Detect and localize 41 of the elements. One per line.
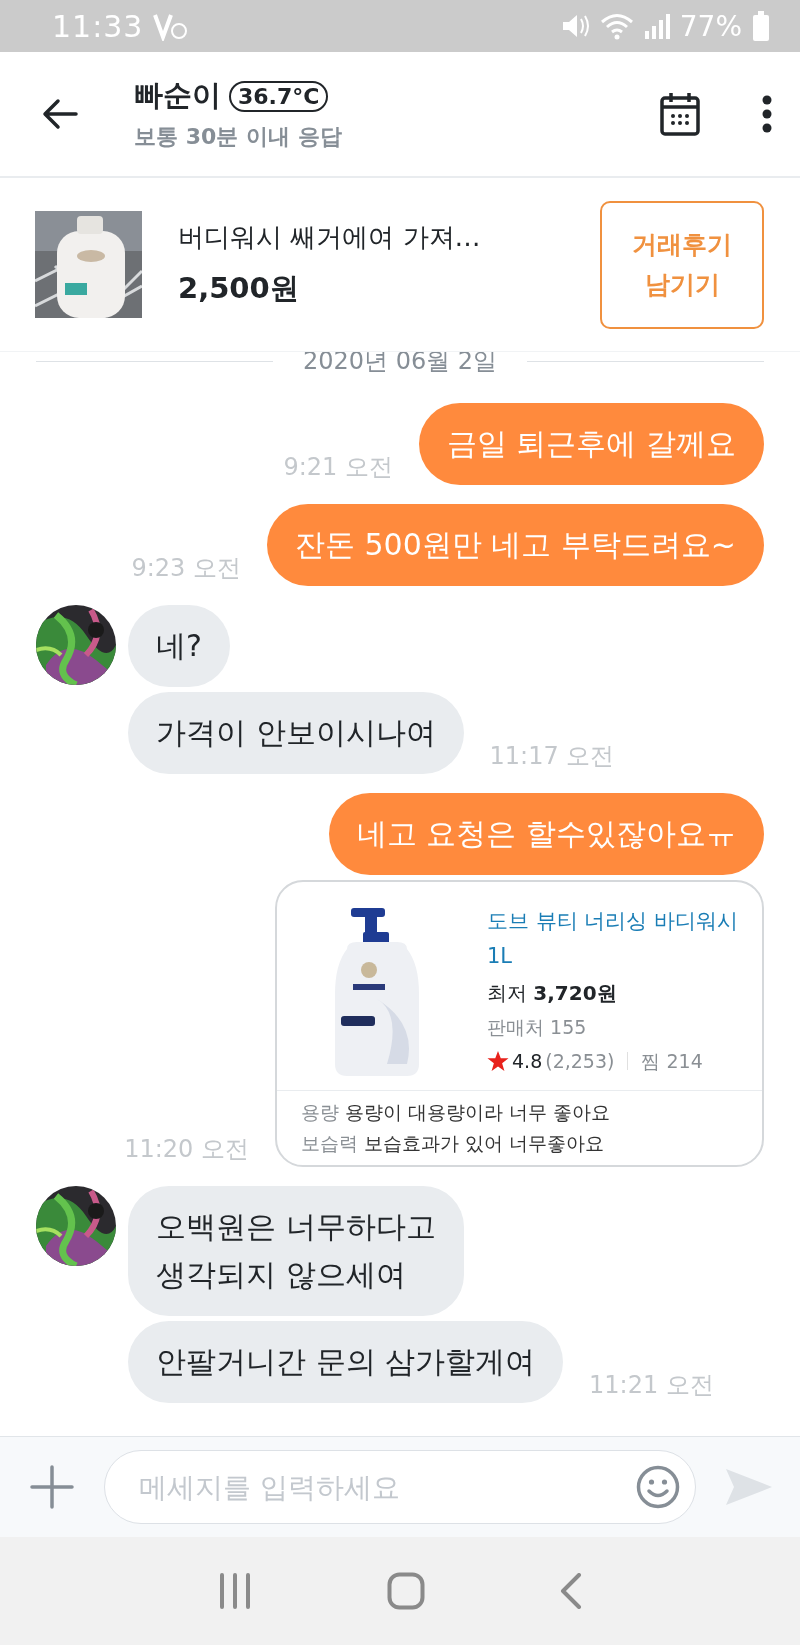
more-options-icon[interactable] [762,95,772,133]
recent-apps-icon[interactable] [217,1573,252,1609]
sent-message: 잔돈 500원만 네고 부탁드려요~ [267,504,764,586]
sent-message: 금일 퇴근후에 갈께요 [418,403,764,485]
received-message: 가격이 안보이시나여 [128,692,464,774]
response-time: 보통 30분 이내 응답 [134,123,342,151]
signal-icon [643,13,670,39]
sent-message: 네고 요청은 할수있잖아요ㅠ [328,793,764,875]
message-time: 9:23 오전 [131,553,241,584]
review-count: (2,253) [545,1049,615,1074]
lowest-price: 최저 3,720원 [487,980,618,1007]
product-link-card[interactable]: 도브 뷰티 너리싱 바디워시 1L 최저 3,720원 판매처 155 4.8(2,253) 찜 214 용량 용량이 대용량이라 너무 좋아요 보습력 보습효과가 있어 너무좋아요 [275,880,764,1167]
volte-icon [153,11,188,41]
product-link-title[interactable]: 도브 뷰티 너리싱 바디워시 1L [487,904,746,974]
spec-label: 보습력 [301,1131,358,1156]
rating-value: 4.8 [512,1049,543,1074]
message-time: 11:20 오전 [124,1134,249,1165]
spec-text: 보습효과가 있어 너무좋아요 [364,1131,605,1156]
wifi-icon [599,12,634,40]
star-icon [487,1050,509,1072]
user-name: 빠순이 [134,77,221,114]
plus-icon[interactable] [30,1465,74,1509]
message-time: 11:17 오전 [489,741,615,772]
received-message: 네? [128,605,230,687]
back-nav-icon[interactable] [560,1573,583,1609]
emoji-icon[interactable] [636,1465,680,1509]
spec-label: 용량 [301,1100,339,1125]
message-input[interactable]: 메세지를 입력하세요 [104,1450,696,1524]
message-time: 9:21 오전 [283,452,393,483]
received-message: 안팔거니간 문의 삼가할게여 [128,1321,564,1403]
spec-text: 용량이 대용량이라 너무 좋아요 [345,1100,611,1125]
seller-count: 판매처 155 [487,1015,588,1040]
battery-icon [752,11,770,41]
home-icon[interactable] [387,1572,425,1610]
temperature-badge: 36.7°C [229,80,329,112]
product-price: 2,500원 [178,270,300,307]
received-message: 오백원은 너무하다고 생각되지 않으세여 [128,1186,464,1316]
message-time: 11:21 오전 [589,1370,714,1401]
product-title[interactable]: 버디워시 쌔거에여 가져… [178,220,481,255]
wish-count: 찜 214 [641,1049,703,1074]
calendar-icon[interactable] [660,92,700,136]
